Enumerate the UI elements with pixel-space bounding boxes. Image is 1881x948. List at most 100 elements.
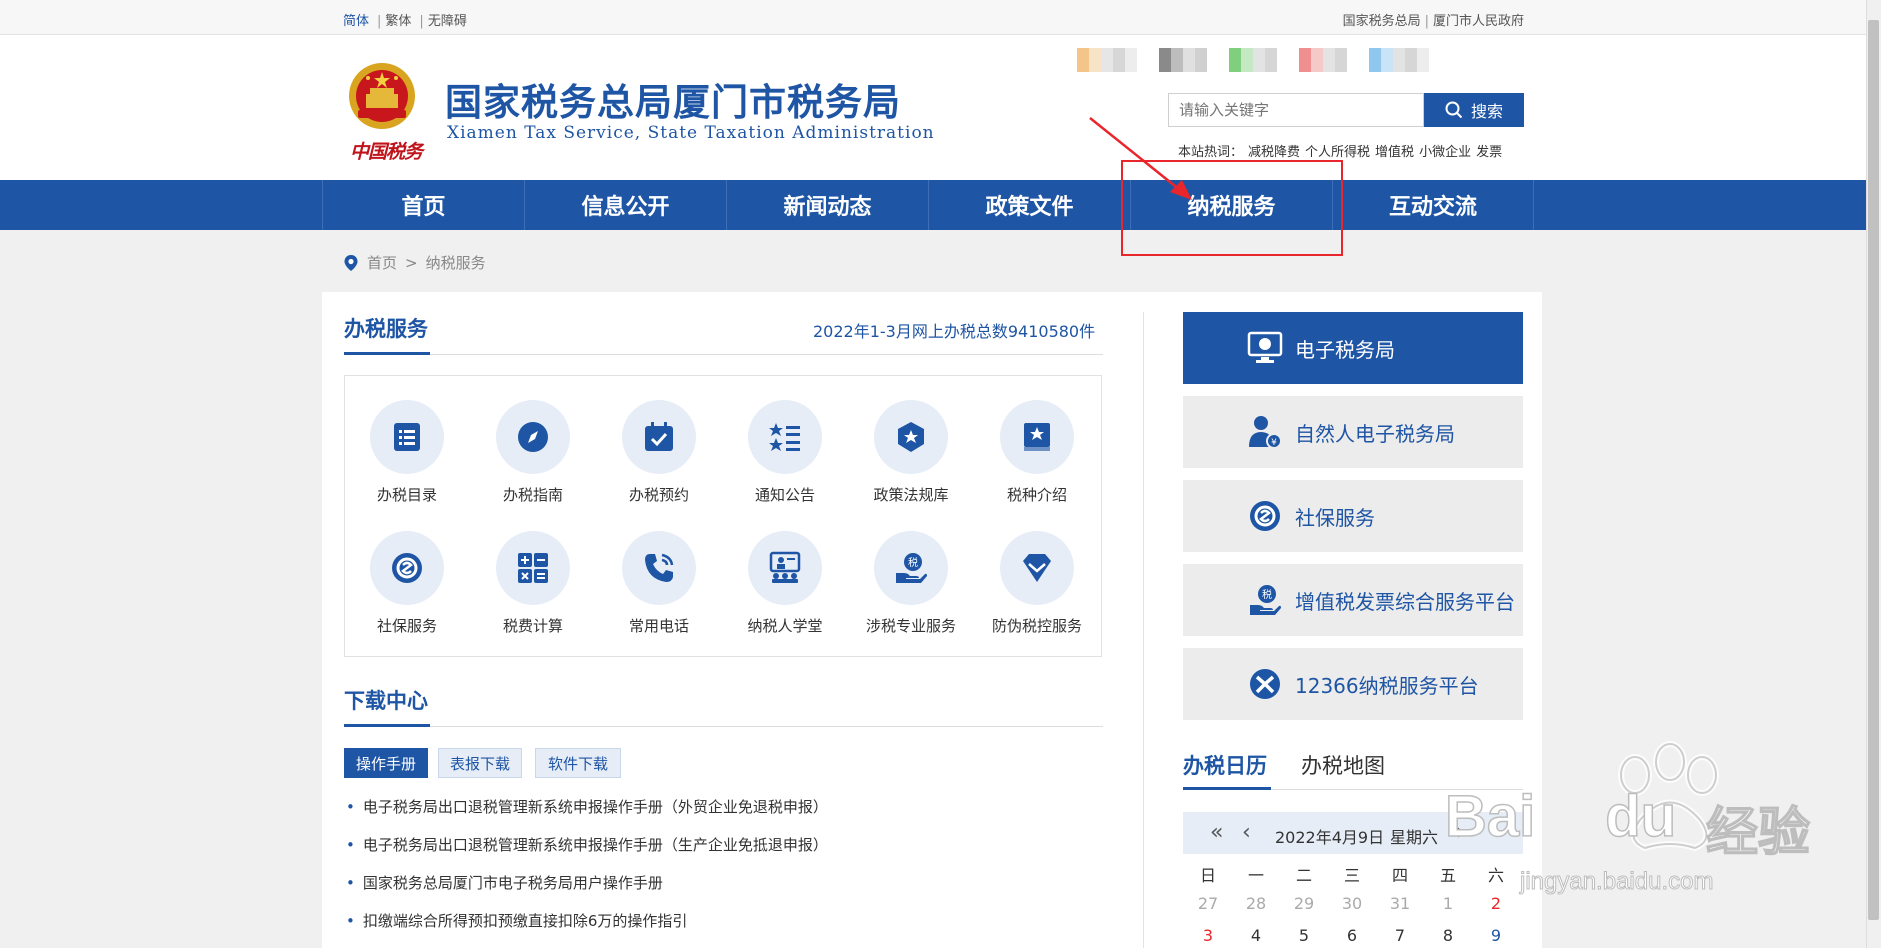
tab-report-downloads[interactable]: 表报下载 xyxy=(438,748,522,778)
nav-item-news[interactable]: 新闻动态 xyxy=(726,180,928,230)
nav-item-interaction[interactable]: 互动交流 xyxy=(1332,180,1534,230)
calendar-day[interactable]: 28 xyxy=(1236,894,1276,913)
calendar-day[interactable]: 6 xyxy=(1332,926,1372,945)
watermark-brand: Bai du xyxy=(1444,783,1677,850)
service-label: 涉税专业服务 xyxy=(865,617,956,635)
tab-manuals[interactable]: 操作手册 xyxy=(344,748,428,778)
calendar-day[interactable]: 4 xyxy=(1236,926,1276,945)
accessibility-link[interactable]: 无障碍 xyxy=(428,14,467,29)
hand-coin-icon: 税 xyxy=(896,553,927,583)
calendar-day[interactable]: 7 xyxy=(1380,926,1420,945)
section-divider xyxy=(344,726,1103,727)
service-item[interactable]: 防伪税控服务 xyxy=(974,531,1100,636)
national-emblem-icon xyxy=(349,63,415,129)
site-header: 中国税务 国家税务总局厦门市税务局 Xiamen Tax Service, St… xyxy=(0,35,1866,180)
calendar-day[interactable]: 3 xyxy=(1188,926,1228,945)
person-icon: ¥ xyxy=(1249,416,1282,449)
tab-tax-map[interactable]: 办税地图 xyxy=(1301,750,1385,780)
weekday-header: 三 xyxy=(1343,866,1360,885)
nav-item-info[interactable]: 信息公开 xyxy=(524,180,726,230)
service-item[interactable]: 办税预约 xyxy=(596,400,722,505)
pixelated-share-icon[interactable] xyxy=(1229,48,1277,72)
download-list-item[interactable]: • 扣缴端综合所得预扣预缴直接扣除6万的操作指引 xyxy=(346,910,687,931)
search-button-label: 搜索 xyxy=(1470,102,1503,121)
hotword-link[interactable]: 个人所得税 xyxy=(1305,145,1370,160)
phone-icon xyxy=(645,553,674,582)
calendar-day[interactable]: 30 xyxy=(1332,894,1372,913)
weekday-header: 五 xyxy=(1439,866,1456,885)
service-label: 社保服务 xyxy=(376,617,437,635)
calendar-day[interactable]: 5 xyxy=(1284,926,1324,945)
compass-icon xyxy=(518,422,548,452)
book-star-icon xyxy=(1024,423,1050,451)
star-list-icon xyxy=(769,423,800,451)
12366-platform-button[interactable]: 12366纳税服务平台 xyxy=(1183,648,1523,720)
pixelated-share-icon[interactable] xyxy=(1159,48,1207,72)
pixelated-share-icon[interactable] xyxy=(1077,48,1137,72)
weekday-header: 四 xyxy=(1391,866,1408,885)
natural-person-etax-button[interactable]: ¥ 自然人电子税务局 xyxy=(1183,396,1523,468)
calendar-day[interactable]: 2 xyxy=(1476,894,1516,913)
social-security-button[interactable]: 社保服务 xyxy=(1183,480,1523,552)
calendar-day[interactable]: 29 xyxy=(1284,894,1324,913)
hotword-link[interactable]: 减税降费 xyxy=(1248,145,1300,160)
calendar-day[interactable]: 8 xyxy=(1428,926,1468,945)
pixelated-share-icon[interactable] xyxy=(1299,48,1347,72)
hotword-link[interactable]: 发票 xyxy=(1476,145,1502,160)
vat-invoice-platform-button[interactable]: 税 增值税发票综合服务平台 xyxy=(1183,564,1523,636)
top-utility-bar: 简体 | 繁体 | 无障碍 国家税务总局 | 厦门市人民政府 xyxy=(0,0,1866,35)
watermark-cn: 经验 xyxy=(1705,802,1811,864)
service-item[interactable]: 通知公告 xyxy=(722,400,848,505)
service-item[interactable]: 常用电话 xyxy=(596,531,722,636)
calendar-day[interactable]: 9 xyxy=(1476,926,1516,945)
service-item[interactable]: 办税目录 xyxy=(344,400,470,505)
breadcrumb-home[interactable]: 首页 xyxy=(367,252,397,273)
calendar-day[interactable]: 31 xyxy=(1380,894,1420,913)
service-item[interactable]: 纳税人学堂 xyxy=(722,531,848,636)
prev-month-button[interactable]: ‹ xyxy=(1242,820,1251,845)
download-list-item[interactable]: • 国家税务总局厦门市电子税务局用户操作手册 xyxy=(346,872,663,893)
service-label: 政策法规库 xyxy=(873,486,949,504)
section-title-underline xyxy=(344,724,430,727)
calendar-day[interactable]: 27 xyxy=(1188,894,1228,913)
classroom-icon xyxy=(769,551,801,583)
tab-tax-calendar[interactable]: 办税日历 xyxy=(1183,750,1267,780)
list-icon xyxy=(394,423,420,451)
tax-services-title: 办税服务 xyxy=(344,317,428,341)
service-item[interactable]: 税种介绍 xyxy=(974,400,1100,505)
breadcrumb: 首页 > 纳税服务 xyxy=(343,252,486,273)
search-button[interactable]: 搜索 xyxy=(1424,93,1524,127)
weekday-header: 二 xyxy=(1295,866,1312,885)
column-divider xyxy=(1143,312,1144,948)
lang-traditional-link[interactable]: 繁体 xyxy=(385,14,411,29)
pixelated-share-icon[interactable] xyxy=(1369,48,1429,72)
service-label: 纳税人学堂 xyxy=(747,617,823,635)
breadcrumb-separator: > xyxy=(405,253,418,272)
state-tax-link[interactable]: 国家税务总局 xyxy=(1343,14,1421,29)
tab-software-downloads[interactable]: 软件下载 xyxy=(535,748,621,778)
service-item[interactable]: 政策法规库 xyxy=(848,400,974,505)
calendar-day[interactable]: 1 xyxy=(1428,894,1468,913)
service-item[interactable]: 税 涉税专业服务 xyxy=(848,531,974,636)
breadcrumb-current: 纳税服务 xyxy=(425,254,486,272)
search-input[interactable] xyxy=(1168,93,1424,127)
lang-simplified-link[interactable]: 简体 xyxy=(343,14,369,29)
service-item[interactable]: 社保服务 xyxy=(344,531,470,636)
hotword-link[interactable]: 小微企业 xyxy=(1419,145,1471,160)
download-list-item[interactable]: • 电子税务局出口退税管理新系统申报操作手册（外贸企业免退税申报） xyxy=(346,796,828,817)
city-gov-link[interactable]: 厦门市人民政府 xyxy=(1433,14,1524,29)
downloads-title: 下载中心 xyxy=(344,689,428,713)
calendar-check-icon xyxy=(645,422,673,451)
service-label: 防伪税控服务 xyxy=(991,617,1082,635)
prev-year-button[interactable]: « xyxy=(1210,820,1223,845)
download-list-item[interactable]: • 电子税务局出口退税管理新系统申报操作手册（生产企业免抵退申报） xyxy=(346,834,828,855)
weekday-header: 一 xyxy=(1247,866,1264,885)
12366-logo-icon xyxy=(1250,669,1280,699)
service-item[interactable]: 办税指南 xyxy=(470,400,596,505)
nav-item-home[interactable]: 首页 xyxy=(322,180,524,230)
etax-bureau-button[interactable]: 电子税务局 xyxy=(1183,312,1523,384)
hot-keywords: 本站热词： 减税降费 个人所得税 增值税 小微企业 发票 xyxy=(1178,141,1507,160)
service-item[interactable]: 税费计算 xyxy=(470,531,596,636)
hotword-link[interactable]: 增值税 xyxy=(1375,145,1414,160)
scrollbar-thumb[interactable] xyxy=(1868,20,1879,920)
